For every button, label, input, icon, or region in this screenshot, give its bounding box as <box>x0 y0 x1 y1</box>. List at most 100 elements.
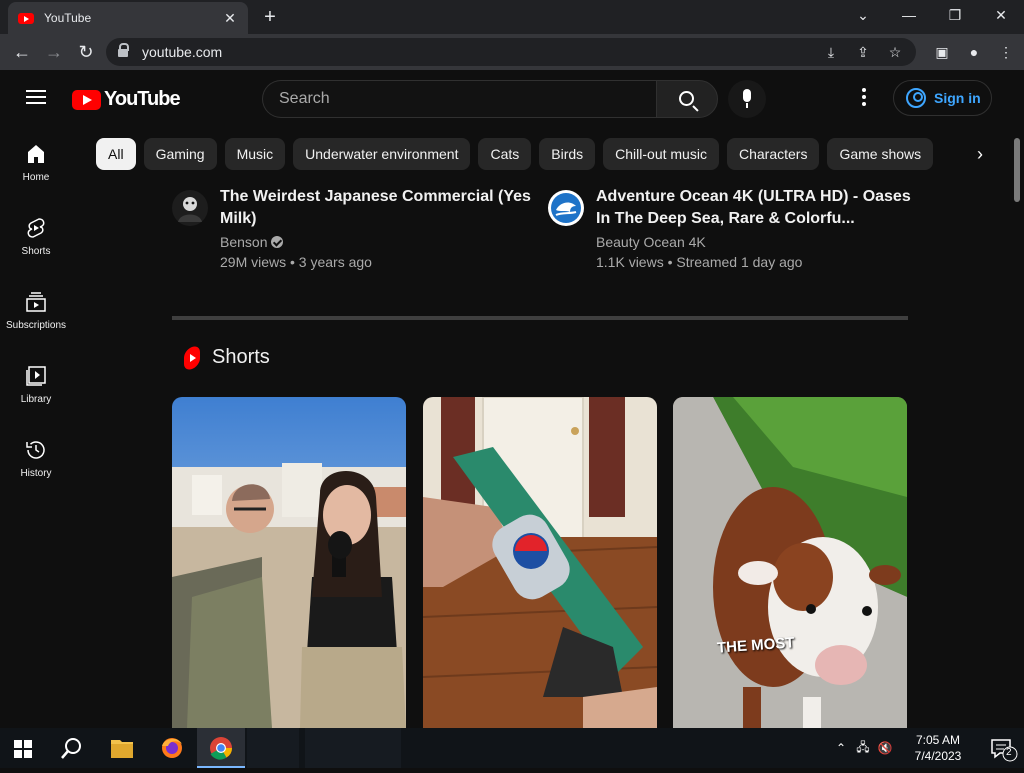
clock-date: 7/4/2023 <box>914 749 962 763</box>
sign-in-button[interactable]: Sign in <box>893 80 992 116</box>
chip-characters[interactable]: Characters <box>726 138 820 170</box>
notification-count: 2 <box>1006 747 1012 758</box>
hamburger-menu-icon[interactable] <box>26 90 46 104</box>
taskbar-clock[interactable]: 7:05 AM 7/4/2023 <box>896 732 980 764</box>
taskbar-app-slot[interactable] <box>305 728 401 768</box>
sidebar-item-home[interactable]: Home <box>0 126 72 200</box>
search-button[interactable] <box>656 80 718 118</box>
youtube-wordmark: YouTube <box>104 88 181 110</box>
windows-start-icon[interactable] <box>14 740 32 758</box>
profile-icon[interactable]: ● <box>964 40 984 64</box>
voice-search-button[interactable] <box>728 80 766 118</box>
chrome-icon[interactable] <box>197 728 245 768</box>
new-tab-button[interactable]: + <box>258 5 282 29</box>
sidebar-item-label: History <box>20 468 52 479</box>
microphone-icon <box>743 89 751 102</box>
window-controls: ⌄ — ❐ ✕ <box>840 0 1024 32</box>
browser-tab[interactable]: YouTube ✕ <box>8 2 248 34</box>
network-icon[interactable]: 🖧 <box>852 738 874 759</box>
channel-avatar[interactable] <box>172 190 208 226</box>
sidebar-item-library[interactable]: Library <box>0 348 72 422</box>
taskbar-search-icon[interactable] <box>60 736 84 760</box>
shorts-shelf-title: Shorts <box>212 346 270 368</box>
clock-time: 7:05 AM <box>915 733 961 747</box>
sidebar-item-label: Subscriptions <box>5 320 67 331</box>
chevron-up-icon[interactable]: ⌃ <box>830 741 852 755</box>
verified-badge-icon <box>271 236 284 248</box>
chip-birds[interactable]: Birds <box>539 138 596 170</box>
reload-button[interactable]: ↻ <box>74 40 98 64</box>
channel-avatar[interactable] <box>548 190 584 226</box>
channel-name[interactable]: Beauty Ocean 4K <box>596 234 916 250</box>
browser-tabstrip: YouTube ✕ + ⌄ — ❐ ✕ <box>0 0 1024 34</box>
search-icon <box>679 91 694 106</box>
filter-chip-bar: All Gaming Music Underwater environment Cats… <box>96 138 976 170</box>
youtube-favicon-icon <box>18 12 34 24</box>
sidebar-item-label: Library <box>20 394 52 405</box>
side-panel-icon[interactable]: ▣ <box>932 40 952 64</box>
video-stats: 29M views • 3 years ago <box>220 254 372 270</box>
sidebar-item-history[interactable]: History <box>0 422 72 496</box>
minimize-button[interactable]: — <box>886 0 932 32</box>
short-thumbnail[interactable] <box>172 397 406 728</box>
chip-gaming[interactable]: Gaming <box>143 138 217 170</box>
taskbar-app-slot[interactable] <box>247 728 299 768</box>
system-tray: ⌃ 🖧 🔇 7:05 AM 7/4/2023 2 <box>830 728 1024 768</box>
lock-icon[interactable] <box>118 43 129 57</box>
close-window-button[interactable]: ✕ <box>978 0 1024 32</box>
subscriptions-icon <box>24 290 48 314</box>
chip-chill-out-music[interactable]: Chill-out music <box>603 138 719 170</box>
short-thumbnail[interactable]: THE MOST <box>673 397 907 728</box>
bookmark-star-icon[interactable]: ☆ <box>886 44 904 61</box>
shorts-shelf-header: Shorts <box>184 346 270 369</box>
url-text[interactable]: youtube.com <box>142 44 822 60</box>
settings-menu-icon[interactable] <box>862 88 868 108</box>
scrollbar-thumb[interactable] <box>1014 138 1020 202</box>
channel-name[interactable]: Benson <box>220 234 267 250</box>
video-title[interactable]: Adventure Ocean 4K (ULTRA HD) - Oases In… <box>596 186 916 230</box>
search-input[interactable]: Search <box>262 80 656 118</box>
page-scrollbar[interactable] <box>1010 126 1024 728</box>
video-title[interactable]: The Weirdest Japanese Commercial (Yes Mi… <box>220 186 540 230</box>
shorts-icon <box>24 216 48 240</box>
youtube-logo[interactable]: YouTube <box>72 88 181 111</box>
search-box: Search <box>262 80 718 118</box>
tab-title: YouTube <box>44 11 92 25</box>
restore-button[interactable]: ❐ <box>932 0 978 32</box>
sign-in-label: Sign in <box>934 90 981 106</box>
browser-menu-icon[interactable]: ⋮ <box>996 40 1016 64</box>
address-bar[interactable]: youtube.com ⤓ ⇪ ☆ <box>106 38 916 66</box>
shorts-logo-icon <box>184 347 200 369</box>
video-stats: 1.1K views • Streamed 1 day ago <box>596 254 803 270</box>
volume-muted-icon[interactable]: 🔇 <box>874 741 896 755</box>
back-button[interactable]: ← <box>10 40 34 64</box>
sidebar-item-shorts[interactable]: Shorts <box>0 200 72 274</box>
library-icon <box>24 364 48 388</box>
chip-all[interactable]: All <box>96 138 136 170</box>
section-divider <box>172 316 908 320</box>
browser-toolbar: ← → ↻ youtube.com ⤓ ⇪ ☆ ▣ ● ⋮ <box>0 34 1024 70</box>
sidebar-item-label: Shorts <box>21 246 51 257</box>
chip-cats[interactable]: Cats <box>478 138 532 170</box>
install-app-icon[interactable]: ⤓ <box>822 44 840 61</box>
sidebar-item-label: Home <box>22 172 50 183</box>
tab-close-icon[interactable]: ✕ <box>222 10 238 27</box>
chevron-right-icon[interactable]: › <box>966 140 994 168</box>
home-icon <box>24 142 48 166</box>
youtube-play-icon <box>72 89 101 110</box>
share-icon[interactable]: ⇪ <box>854 44 872 61</box>
file-explorer-icon[interactable] <box>98 728 146 768</box>
windows-taskbar: ⌃ 🖧 🔇 7:05 AM 7/4/2023 2 <box>0 728 1024 768</box>
tab-search-button[interactable]: ⌄ <box>840 0 886 32</box>
forward-button[interactable]: → <box>42 40 66 64</box>
history-icon <box>24 438 48 462</box>
account-icon <box>906 88 926 108</box>
chip-music[interactable]: Music <box>224 138 286 170</box>
youtube-header: YouTube Search Sign in <box>0 70 1010 126</box>
firefox-icon[interactable] <box>148 728 196 768</box>
notification-center-icon[interactable]: 2 <box>980 728 1024 768</box>
chip-game-shows[interactable]: Game shows <box>827 138 934 170</box>
sidebar-item-subscriptions[interactable]: Subscriptions <box>0 274 72 348</box>
short-thumbnail[interactable] <box>423 397 657 728</box>
chip-underwater-environment[interactable]: Underwater environment <box>293 138 471 170</box>
